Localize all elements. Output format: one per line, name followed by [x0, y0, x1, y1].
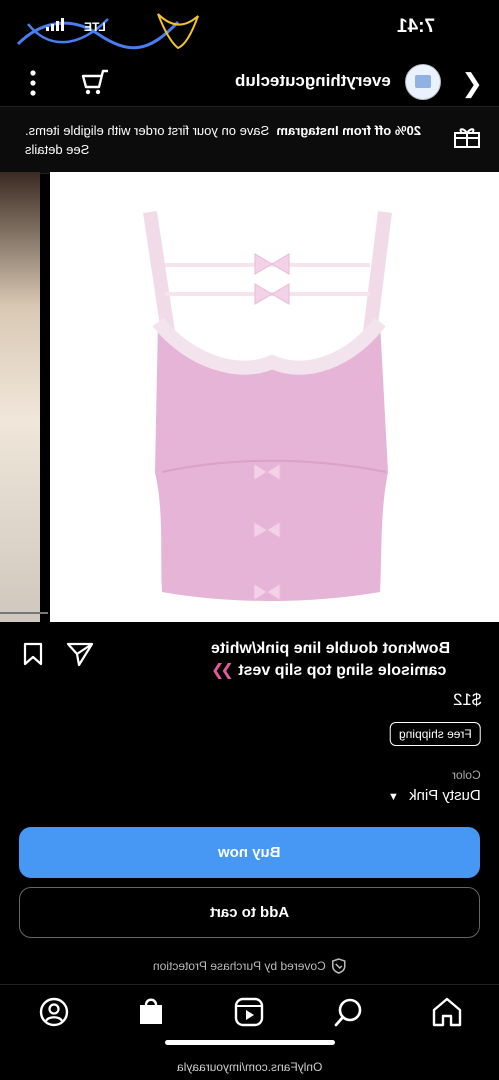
- product-title-text: Bowknot double line pink/white camisole …: [211, 640, 451, 679]
- purchase-protection-text: Covered by Purchase Protection: [153, 959, 326, 973]
- back-button[interactable]: ❯: [461, 68, 483, 99]
- home-icon[interactable]: [430, 995, 464, 1029]
- footer-watermark-text: OnlyFans.com/imyouraayla: [176, 1060, 323, 1074]
- bottom-nav: [0, 984, 499, 1043]
- more-details-icon[interactable]: ❯❯: [215, 662, 234, 679]
- status-bar: LTE 7:41: [0, 0, 499, 60]
- clock: 7:41: [396, 16, 435, 37]
- search-icon[interactable]: [332, 995, 366, 1029]
- share-icon[interactable]: [66, 641, 94, 667]
- shop-header: everythingcuteclub ❯: [0, 58, 499, 106]
- promo-banner[interactable]: 20% off from Instagram Save on your firs…: [0, 106, 499, 174]
- cart-icon[interactable]: [80, 68, 110, 96]
- promo-text: 20% off from Instagram Save on your firs…: [25, 121, 435, 159]
- promo-highlight: 20% off from Instagram: [276, 123, 421, 138]
- network-label: LTE: [84, 20, 106, 34]
- color-value: Dusty Pink: [409, 787, 481, 804]
- footer-watermark: OnlyFans.com/imyouraayla: [0, 1060, 499, 1074]
- shop-name[interactable]: everythingcuteclub: [235, 71, 391, 91]
- home-indicator: [165, 1040, 335, 1045]
- add-to-cart-label: Add to cart: [209, 904, 290, 921]
- chevron-down-icon: ▼: [388, 791, 400, 803]
- product-title: Bowknot double line pink/white camisole …: [211, 638, 481, 682]
- gift-icon: [454, 128, 480, 148]
- product-image[interactable]: [50, 172, 499, 622]
- bookmark-icon[interactable]: [22, 642, 44, 666]
- buy-now-label: Buy now: [218, 844, 281, 861]
- camisole-illustration: [143, 210, 392, 601]
- carousel-indicator: [0, 612, 48, 614]
- color-label: Color: [452, 768, 481, 782]
- buy-now-button[interactable]: Buy now: [19, 827, 480, 878]
- previous-product-image[interactable]: [0, 172, 40, 622]
- reels-icon[interactable]: [232, 995, 266, 1029]
- signal-icon: [46, 18, 64, 31]
- shop-icon[interactable]: [134, 995, 168, 1029]
- shield-icon: [332, 958, 346, 974]
- watermark-signature: [16, 13, 199, 50]
- profile-icon[interactable]: [37, 995, 71, 1029]
- shop-avatar[interactable]: [405, 64, 441, 100]
- shipping-badge: Free shipping: [390, 722, 481, 746]
- add-to-cart-button[interactable]: Add to cart: [19, 887, 480, 938]
- product-price: $12: [452, 690, 481, 709]
- more-options-icon[interactable]: [30, 70, 36, 96]
- color-selector[interactable]: Dusty Pink ▼: [388, 787, 481, 804]
- purchase-protection[interactable]: Covered by Purchase Protection: [0, 958, 499, 977]
- promo-details: Save on your first order with eligible i…: [25, 123, 270, 157]
